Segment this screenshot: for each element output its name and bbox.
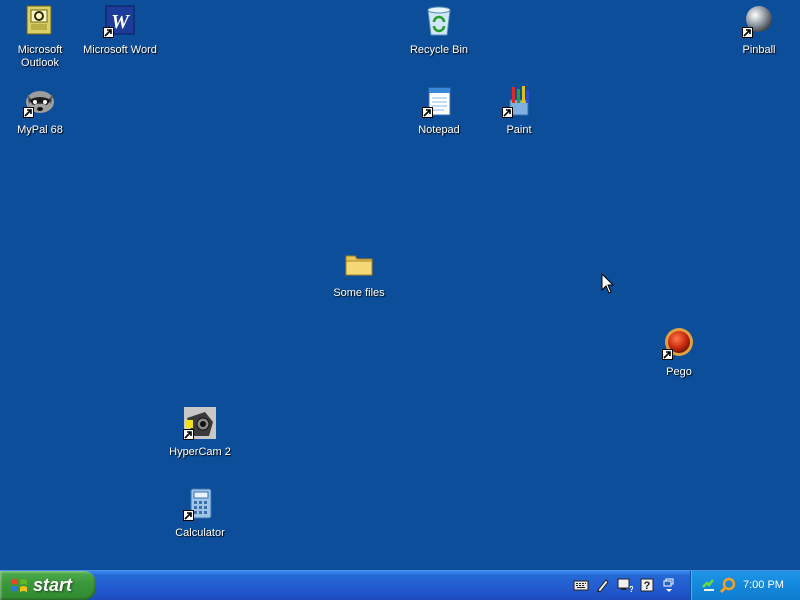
start-label: start [33,575,73,595]
calculator-icon [183,487,217,521]
language-bar: ? ? [572,576,677,596]
desktop-icon-mypal-68[interactable]: MyPal 68 [0,84,80,137]
taskbar: start ? ? 7:00 PM [0,570,800,600]
keyboard-icon[interactable] [572,576,589,594]
pen-icon[interactable] [594,576,611,594]
shortcut-arrow-icon [183,510,194,521]
svg-text:?: ? [643,580,650,592]
desktop-icon-label: Calculator [175,527,225,539]
desktop-icon-hypercam-2[interactable]: HyperCam 2 [160,406,240,459]
pinball-icon [742,4,776,38]
shortcut-arrow-icon [742,27,753,38]
desktop-icon-label: Paint [506,124,532,136]
paint-icon [502,84,536,118]
shortcut-arrow-icon [103,27,114,38]
desktop-icon-label: Notepad [418,124,460,136]
desktop-icon-label: Microsoft Word [83,44,157,56]
search-icon[interactable] [719,577,736,594]
desktop-icon-notepad[interactable]: Notepad [399,84,479,137]
desktop-icon-label: Some files [333,287,385,299]
desktop-icon-some-files[interactable]: Some files [319,247,399,300]
outlook-icon [23,4,57,38]
network-icon[interactable] [701,577,717,593]
help-icon[interactable]: ? [638,576,655,594]
word-icon: W [103,4,137,38]
shortcut-arrow-icon [183,429,194,440]
shortcut-arrow-icon [23,107,34,118]
desktop-icon-paint[interactable]: Paint [479,84,559,137]
desktop-icon-label: MyPal 68 [17,124,63,136]
shortcut-arrow-icon [662,349,673,360]
desktop-icon-label: Recycle Bin [409,44,469,56]
hypercam-icon [183,406,217,440]
desktop[interactable]: Microsoft Outlook W Microsoft Word Recyc… [0,0,800,570]
mypal-icon [23,84,57,118]
language-bar-icon[interactable] [660,576,677,594]
desktop-icon-label: HyperCam 2 [169,446,231,458]
pego-icon [662,326,696,360]
desktop-icon-microsoft-outlook[interactable]: Microsoft Outlook [0,4,80,70]
desktop-icon-recycle-bin[interactable]: Recycle Bin [399,4,479,57]
desktop-icon-label: Pego [666,366,692,378]
shortcut-arrow-icon [422,107,433,118]
desktop-icon-label: Microsoft Outlook [17,44,63,69]
system-tray: 7:00 PM [690,571,800,600]
recycle-bin-icon [422,4,456,38]
desktop-icon-pego[interactable]: Pego [639,326,719,379]
windows-logo-icon [10,577,28,595]
mouse-cursor-icon [601,273,615,294]
desktop-icon-pinball[interactable]: Pinball [719,4,799,57]
monitor-help-icon[interactable]: ? [616,576,633,594]
folder-icon [342,247,376,281]
desktop-icon-calculator[interactable]: Calculator [160,487,240,540]
notepad-icon [422,84,456,118]
svg-text:?: ? [629,585,633,593]
desktop-icon-label: Pinball [742,44,776,56]
shortcut-arrow-icon [502,107,513,118]
clock[interactable]: 7:00 PM [743,579,784,591]
desktop-icon-microsoft-word[interactable]: W Microsoft Word [80,4,160,57]
start-button[interactable]: start [0,571,96,600]
